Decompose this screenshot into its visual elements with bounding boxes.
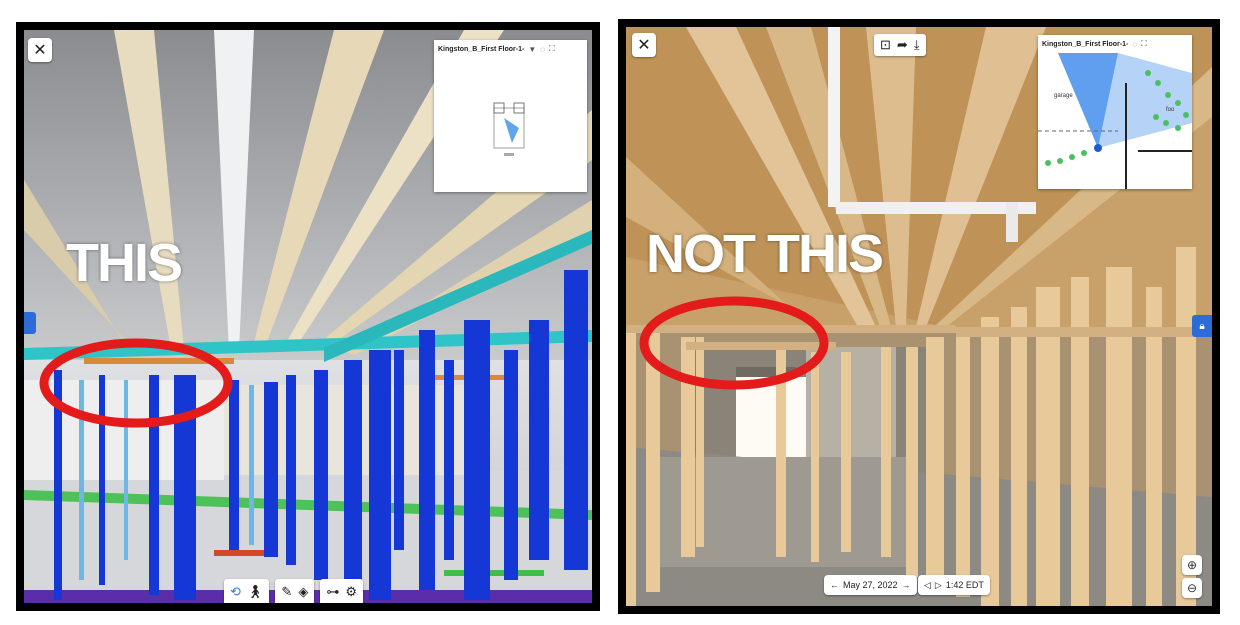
minimap-title: Kingston_B_First Floor-1- xyxy=(438,45,525,53)
site-photo-panel: NOT THIS ✕ ⊡ ➦ ⤓ Kingston_B_First Floor-… xyxy=(618,19,1220,614)
minimap[interactable]: Kingston_B_First Floor-1- ◌ ⛶ garage foo xyxy=(1038,35,1192,189)
info-icon[interactable]: ◌ xyxy=(540,45,545,54)
time-label: 1:42 EDT xyxy=(945,580,984,590)
close-icon[interactable]: ✕ xyxy=(632,33,656,57)
settings-icon[interactable]: ⚙ xyxy=(345,584,357,600)
expand-icon[interactable]: ⛶ xyxy=(1141,39,1147,49)
viewer-toolbar: ⟲ 🚶︎ ✎ ◈ ⊶ ⚙ xyxy=(224,579,363,603)
date-navigator[interactable]: ← May 27, 2022 → xyxy=(824,575,917,595)
prev-date-icon[interactable]: ← xyxy=(830,580,839,590)
minimap-title: Kingston_B_First Floor-1- xyxy=(1042,40,1129,48)
minimap-floorplan xyxy=(1038,53,1192,189)
download-icon[interactable]: ⤓ xyxy=(914,37,920,53)
orbit-icon[interactable]: ⟲ xyxy=(230,584,241,600)
date-label: May 27, 2022 xyxy=(843,580,898,590)
compare-icon[interactable]: ⊡ xyxy=(880,37,891,53)
person-icon[interactable]: 🚶︎ xyxy=(247,584,264,600)
bim-viewer-panel: THIS ✕ Kingston_B_First Floor-1- ▼ ◌ ⛶ ⟲… xyxy=(16,22,600,611)
photo-toolbar: ⊡ ➦ ⤓ xyxy=(874,34,926,56)
share-icon[interactable]: ➦ xyxy=(897,37,908,53)
close-icon[interactable]: ✕ xyxy=(28,38,52,62)
minimap[interactable]: Kingston_B_First Floor-1- ▼ ◌ ⛶ xyxy=(434,40,587,192)
minimap-floorplan xyxy=(493,102,525,156)
minimap-room-label: foo xyxy=(1166,107,1175,113)
prev-time-icon[interactable]: ◁ xyxy=(924,580,931,591)
next-date-icon[interactable]: → xyxy=(902,580,911,590)
settings-tools: ⊶ ⚙ xyxy=(320,579,363,603)
time-navigator[interactable]: ◁ ▷ 1:42 EDT xyxy=(918,575,990,595)
minimap-header: Kingston_B_First Floor-1- ◌ ⛶ xyxy=(1038,35,1192,53)
next-time-icon[interactable]: ▷ xyxy=(935,580,942,591)
caret-down-icon[interactable]: ▼ xyxy=(528,45,536,54)
lock-tab[interactable]: 🔒︎ xyxy=(1192,315,1212,337)
zoom-in-icon[interactable]: ⊕ xyxy=(1182,555,1202,575)
hierarchy-icon[interactable]: ⊶ xyxy=(326,584,339,600)
this-caption: THIS xyxy=(66,233,183,293)
expand-icon[interactable]: ⛶ xyxy=(549,44,555,54)
measure-tools: ✎ ◈ xyxy=(275,579,315,603)
navigation-tools: ⟲ 🚶︎ xyxy=(224,579,270,603)
photo-actions: ⊡ ➦ ⤓ xyxy=(874,34,926,56)
zoom-out-icon[interactable]: ⊖ xyxy=(1182,578,1202,598)
not-this-caption: NOT THIS xyxy=(646,224,884,284)
section-box-icon[interactable]: ◈ xyxy=(298,584,308,600)
minimap-header: Kingston_B_First Floor-1- ▼ ◌ ⛶ xyxy=(434,40,587,58)
minimap-room-garage: garage xyxy=(1054,93,1073,99)
side-panel-tab[interactable] xyxy=(24,312,36,334)
info-icon[interactable]: ◌ xyxy=(1132,40,1137,49)
measure-icon[interactable]: ✎ xyxy=(281,584,292,600)
